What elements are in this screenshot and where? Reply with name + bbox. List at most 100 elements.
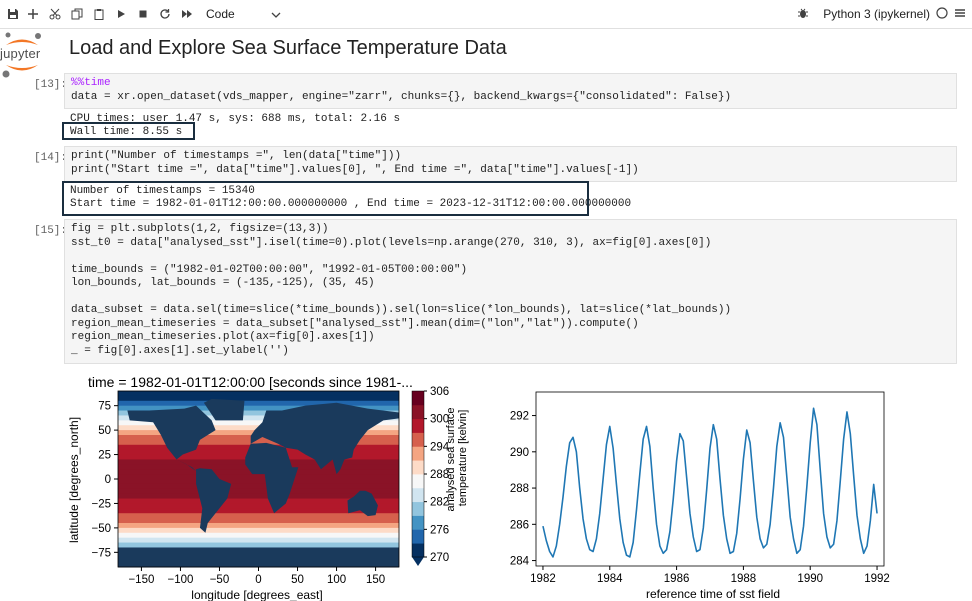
line-xtick-label: 1982 [530,573,556,585]
stop-icon[interactable] [135,6,151,22]
map-xtick-label: 0 [255,574,261,586]
line-xtick-label: 1990 [797,573,823,585]
code-line: data = xr.open_dataset(vds_mapper, engin… [71,90,732,103]
sst-band [118,400,399,407]
sst-band [118,488,399,495]
map-xtick-label: 150 [366,574,385,586]
cell-prompt: [15]: [34,225,68,237]
colorbar-segment [412,432,424,447]
continent-shape [118,547,399,567]
code-line: print("Start time =", data["time"].value… [71,163,639,176]
map-ytick-label: 25 [98,450,111,462]
line-xtick-label: 1988 [731,573,757,585]
sst-band [118,542,399,548]
code-line: time_bounds = ("1982-01-02T00:00:00", "1… [71,263,468,276]
colorbar-segment [412,501,424,516]
cell-prompt: [13]: [34,79,68,91]
sst-band [118,532,399,539]
debug-icon[interactable] [797,7,809,22]
code-line: _ = fig[0].axes[1].set_ylabel('') [71,344,289,357]
sst-band [118,523,399,529]
jupyter-logo: jupyter [0,31,44,79]
sst-band [118,513,399,519]
code-cell-input[interactable]: fig = plt.subplots(1,2, figsize=(13,3)) s… [64,219,957,364]
menu-icon[interactable] [954,7,966,22]
line-ytick-label: 292 [510,411,529,423]
plot-frame [535,391,885,567]
colorbar-segment [412,515,424,530]
code-line: lon_bounds, lat_bounds = (-135,-125), (3… [71,277,375,289]
kernel-area: Python 3 (ipykernel) [797,5,966,23]
page-title: Load and Explore Sea Surface Temperature… [69,37,507,59]
line-xtick-label: 1986 [664,573,690,585]
chevron-down-icon [271,7,281,21]
kernel-name[interactable]: Python 3 (ipykernel) [823,7,930,21]
colorbar-segment [412,460,424,475]
line-ytick-label: 290 [510,447,529,459]
colorbar-segment [412,474,424,489]
logo-text: jupyter [0,46,41,61]
colorbar-segment [412,529,424,544]
line-xtick-label: 1984 [597,573,623,585]
line-ytick-label: 284 [510,556,530,568]
sst-band [118,391,399,397]
map-xtick-label: −150 [128,574,154,586]
code-line: print("Number of timestamps =", len(data… [71,150,402,162]
colorbar-segment [412,446,424,461]
cell-type-label: Code [206,7,235,21]
code-cell-input[interactable]: %%time data = xr.open_dataset(vds_mapper,… [64,73,957,109]
paste-icon[interactable] [91,6,107,22]
sst-band [118,518,399,524]
line-xlabel: reference time of sst field [646,587,780,601]
cell-prompt: [14]: [34,152,68,164]
code-line: ​ [71,250,950,264]
colorbar-extend [412,557,424,566]
colorbar-segment [412,487,424,503]
highlight-box [62,181,589,216]
restart-icon[interactable] [157,6,173,22]
code-cell-input[interactable]: print("Number of timestamps =", len(data… [64,146,957,182]
add-icon[interactable] [25,6,41,22]
highlight-box [62,122,195,140]
sst-band [118,483,399,490]
map-ytick-label: −50 [91,523,111,535]
code-line: region_mean_timeseries.plot(ax=fig[0].ax… [71,331,375,343]
map-ytick-label: 0 [105,474,111,486]
sst-band [118,395,399,402]
code-line: ​ [71,291,950,305]
colorbar-segment [412,418,424,433]
cut-icon[interactable] [47,6,63,22]
map-xtick-label: −50 [210,574,230,586]
code-line: region_mean_timeseries = data_subset["an… [71,317,639,330]
colorbar-segment [412,543,424,558]
map-xtick-label: 50 [291,574,304,586]
kernel-status-icon [936,6,948,22]
save-icon[interactable] [5,6,21,22]
map-xtick-label: 100 [327,574,346,586]
sst-band [118,474,399,480]
plot-output: time = 1982-01-01T12:00:00 [seconds sinc… [67,374,890,601]
colorbar-tick-label: 276 [430,524,449,536]
fast-forward-icon[interactable] [179,6,195,22]
colorbar-tick-label: 270 [430,552,449,564]
sst-band [118,479,399,485]
notebook-toolbar: Code Python 3 (ipykernel) [0,0,972,29]
cell-type-select[interactable]: Code [206,5,281,23]
sst-band [118,537,399,544]
code-line: data_subset = data.sel(time=slice(*time_… [71,304,732,316]
run-icon[interactable] [113,6,129,22]
code-line: fig = plt.subplots(1,2, figsize=(13,3)) [71,223,329,235]
map-xlabel: longitude [degrees_east] [191,588,322,601]
copy-icon[interactable] [69,6,85,22]
map-ytick-label: −75 [91,547,111,559]
map-ytick-label: −25 [91,498,111,510]
line-ytick-label: 286 [510,519,529,531]
timeseries-plot: 1982 1984 1986 1988 1990 1992 284 286 288 290 292 [510,391,890,585]
sst-band [118,527,399,534]
colorbar-label: analysed sea surface temperature [kelvin… [445,404,469,511]
map-xtick-label: −100 [167,574,193,586]
map-ylabel: latitude [degrees_north] [67,417,81,543]
colorbar-segment [412,404,424,420]
sst-map: −150 −100 −50 0 50 100 150 75 50 25 0 −25 −50 −75 [91,390,400,586]
colorbar-tick-label: 306 [430,386,449,398]
